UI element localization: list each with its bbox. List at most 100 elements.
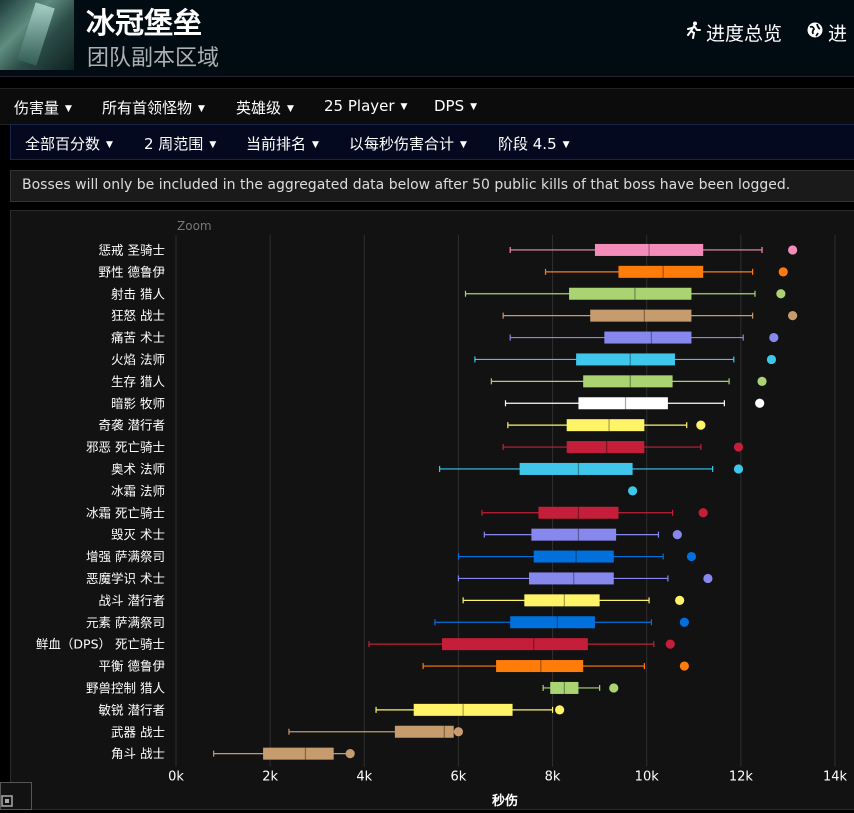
gridlines [175,235,836,767]
row-label: 元素 萨满祭司 [86,615,165,630]
globe-icon [806,21,824,44]
row-label: 邪恶 死亡骑士 [86,440,165,455]
outlier-point [679,661,689,671]
iqr-box [618,265,704,278]
outlier-point [686,551,697,562]
zoom-reset-button[interactable] [0,782,32,810]
boxplot-row: 武器 战士 [111,724,464,739]
row-label: 角斗 战士 [111,746,165,761]
row-label: 火焰 法师 [111,352,165,367]
row-label: 奇袭 潜行者 [99,418,165,433]
row-label: 暗影 牧师 [111,396,165,411]
outlier-point [788,311,798,321]
outlier-point [345,749,355,759]
phase-dropdown[interactable]: 阶段 4.5 ▼ [498,133,570,154]
outlier-point [776,289,786,299]
iqr-box [441,638,588,651]
row-label: 战斗 潜行者 [99,593,165,608]
difficulty-label: 英雄级 [236,99,282,117]
iqr-box [531,528,617,541]
outlier-point [675,595,685,605]
iqr-box [590,309,692,322]
role-dropdown[interactable]: DPS ▼ [434,97,477,115]
page-subtitle: 团队副本区域 [87,46,220,71]
outlier-point [733,464,744,474]
size-label: 25 Player [324,97,395,115]
boxplot-row: 邪恶 死亡骑士 [86,440,744,455]
chevron-down-icon: ▼ [562,139,570,150]
boxplot-row: 野性 德鲁伊 [99,264,788,279]
outlier-point [627,486,638,496]
percentile-dropdown[interactable]: 全部百分数 ▼ [25,133,113,154]
size-dropdown[interactable]: 25 Player ▼ [324,97,407,115]
ranking-label: 当前排名 [246,135,307,153]
outlier-point [757,376,767,386]
outlier-point [755,398,765,408]
boxplot-row: 毁灭 术士 [111,527,682,542]
progress-overview-link[interactable]: 进度总览 [684,19,782,46]
row-label: 敏锐 潜行者 [99,702,165,717]
chart-container: Zoom 惩戒 圣骑士 野性 德鲁伊 射击 猎人 狂怒 战士 痛苦 术士 火焰 法师 生存 … [10,210,854,810]
secondary-filter-bar: 全部百分数 ▼ 2 周范围 ▼ 当前排名 ▼ 以每秒伤害合计 ▼ 阶段 4.5 ▼ [10,124,854,160]
iqr-box [566,441,645,454]
x-tick-label: 2k [262,770,278,785]
boxplot-row: 惩戒 圣骑士 [99,242,798,257]
difficulty-dropdown[interactable]: 英雄级 ▼ [236,97,294,118]
boxplot-chart: Zoom 惩戒 圣骑士野性 德鲁伊射击 猎人狂怒 战士痛苦 术士火焰 法师生存 … [36,219,848,809]
row-label: 增强 萨满祭司 [86,549,165,564]
reset-icon [1,795,13,807]
ranking-dropdown[interactable]: 当前排名 ▼ [246,133,319,154]
percentile-label: 全部百分数 [25,135,101,153]
boxplot-row: 平衡 德鲁伊 [99,659,689,674]
iqr-box [524,594,600,607]
aggregate-dropdown[interactable]: 以每秒伤害合计 ▼ [349,133,467,154]
plot-rows: 惩戒 圣骑士野性 德鲁伊射击 猎人狂怒 战士痛苦 术士火焰 法师生存 猎人暗影 … [36,242,798,761]
outlier-point [696,420,706,430]
boxplot-row: 奥术 法师 [111,461,744,476]
row-label: 奥术 法师 [111,461,165,476]
outlier-point [555,705,565,715]
page-title: 冰冠堡垒 [86,6,203,40]
x-axis: 0k 2k 4k 6k 8k 10k 12k 14k [168,770,847,785]
boxplot-row: 鲜血（DPS） 死亡骑士 [36,637,675,652]
outlier-point [703,573,713,584]
iqr-box [566,419,645,432]
outlier-point [609,683,619,693]
boxplot-row: 奇袭 潜行者 [99,418,706,433]
row-label: 野兽控制 猎人 [86,680,165,695]
row-label: 野性 德鲁伊 [99,264,165,279]
iqr-box [510,616,595,629]
timeframe-dropdown[interactable]: 2 周范围 ▼ [144,133,216,154]
boxplot-row: 火焰 法师 [111,352,777,367]
role-label: DPS [434,97,465,115]
outlier-point [733,442,744,452]
x-tick-label: 8k [545,770,561,785]
iqr-box [583,375,673,388]
progress-overview-label: 进度总览 [706,23,783,45]
boxplot-row: 狂怒 战士 [111,308,798,323]
global-label: 进 [828,23,848,45]
row-label: 痛苦 术士 [111,330,165,345]
chevron-down-icon: ▼ [65,103,72,114]
boxplot-row: 恶魔学识 术士 [86,571,713,586]
notice-text: Bosses will only be included in the aggr… [22,177,791,193]
row-label: 平衡 德鲁伊 [99,659,165,674]
outlier-point [453,727,464,737]
zone-header: 冰冠堡垒 团队副本区域 进度总览 进 [0,0,854,77]
global-link[interactable]: 进 [806,19,847,46]
chevron-down-icon: ▼ [198,103,205,114]
boxplot-row: 生存 猎人 [111,374,767,389]
chevron-down-icon: ▼ [106,139,113,150]
row-label: 冰霜 死亡骑士 [86,505,165,520]
boxplot-row: 战斗 潜行者 [99,593,685,608]
row-label: 冰霜 法师 [111,483,165,498]
metric-dropdown[interactable]: 伤害量 ▼ [14,97,72,118]
boxplot-row: 野兽控制 猎人 [86,680,619,695]
boss-dropdown[interactable]: 所有首领怪物 ▼ [102,97,205,118]
zone-image [0,0,74,70]
x-tick-label: 12k [729,770,754,785]
boxplot-row: 射击 猎人 [111,286,786,301]
row-label: 生存 猎人 [111,374,165,389]
timeframe-label: 2 周范围 [144,135,204,153]
iqr-box [263,747,334,760]
